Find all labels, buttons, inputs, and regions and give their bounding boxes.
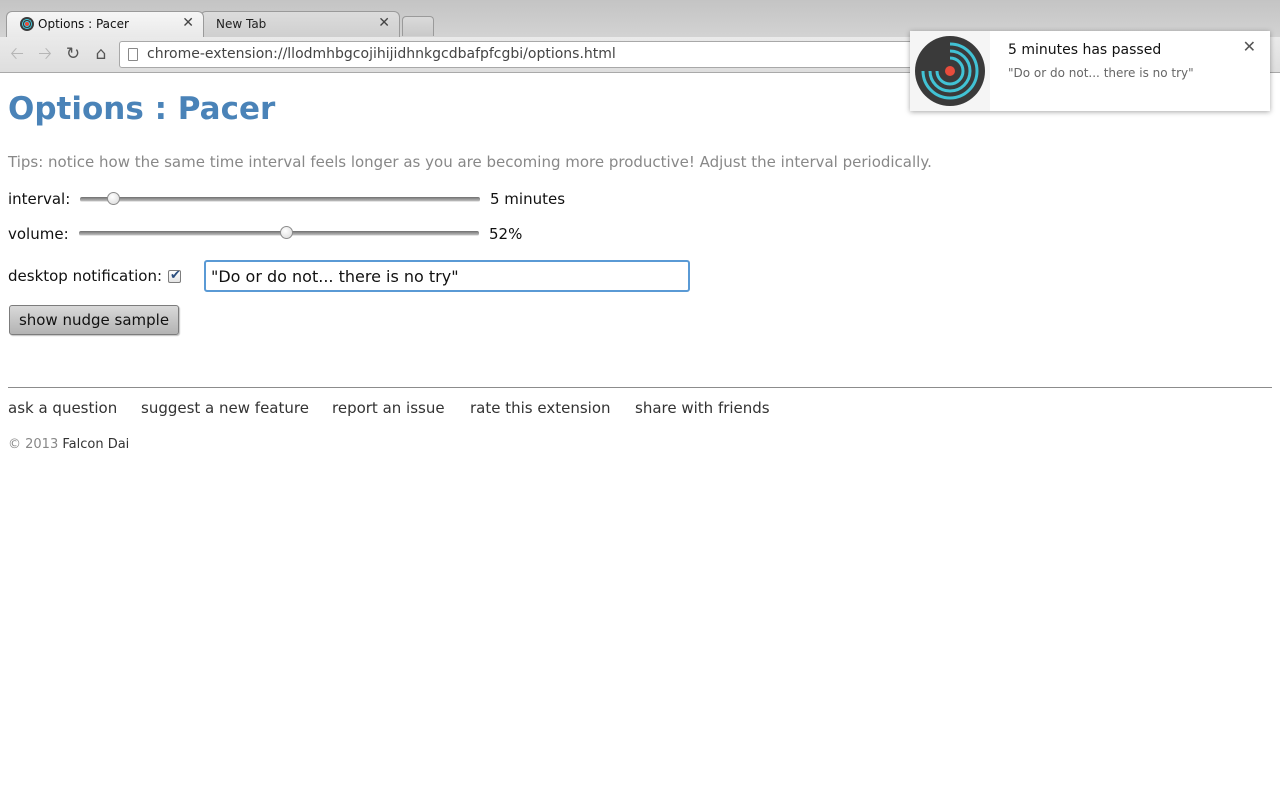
close-tab-icon[interactable]: ✕ [378, 15, 390, 31]
desktop-notification-checkbox[interactable]: ✔ [168, 268, 181, 283]
copyright-prefix: © 2013 [8, 437, 59, 452]
notification-body: "Do or do not... there is no try" [1008, 66, 1194, 80]
tips-text: Tips: notice how the same time interval … [8, 153, 932, 171]
footer-divider [8, 387, 1272, 388]
slider-thumb[interactable] [107, 192, 120, 205]
tab-new-tab[interactable]: New Tab ✕ [200, 11, 400, 37]
notification-message-input[interactable] [204, 260, 690, 292]
interval-slider[interactable] [80, 192, 480, 208]
notification-title: 5 minutes has passed [1008, 42, 1162, 58]
page-title: Options : Pacer [8, 91, 276, 127]
interval-value: 5 minutes [490, 190, 566, 208]
desktop-notification-popup[interactable]: 5 minutes has passed "Do or do not... th… [910, 31, 1270, 111]
volume-slider[interactable] [79, 226, 479, 242]
slider-thumb[interactable] [280, 226, 293, 239]
ask-question-link[interactable]: ask a question [8, 399, 117, 417]
pacer-favicon-icon [20, 17, 34, 31]
copyright: © 2013 Falcon Dai [8, 437, 129, 452]
volume-label: volume: [8, 225, 69, 243]
show-nudge-sample-button[interactable]: show nudge sample [9, 305, 179, 335]
pacer-logo-icon [915, 36, 985, 106]
desktop-notification-label: desktop notification: [8, 267, 163, 285]
close-tab-icon[interactable]: ✕ [182, 15, 194, 31]
author-name: Falcon Dai [62, 437, 130, 452]
url-text: chrome-extension://llodmhbgcojihijidhnkg… [147, 46, 616, 62]
rate-extension-link[interactable]: rate this extension [470, 399, 611, 417]
reload-icon[interactable]: ↻ [62, 43, 84, 65]
home-icon[interactable]: ⌂ [90, 43, 112, 65]
notification-icon-area [910, 31, 990, 111]
options-page: Options : Pacer Tips: notice how the sam… [0, 73, 1280, 800]
slider-track [79, 231, 479, 236]
forward-arrow-icon[interactable]: 🡢 [34, 43, 56, 65]
checkmark-icon: ✔ [170, 268, 181, 283]
share-friends-link[interactable]: share with friends [635, 399, 770, 417]
volume-value: 52% [489, 225, 523, 243]
suggest-feature-link[interactable]: suggest a new feature [141, 399, 309, 417]
page-icon [128, 48, 138, 61]
report-issue-link[interactable]: report an issue [332, 399, 445, 417]
interval-label: interval: [8, 190, 71, 208]
slider-track [80, 197, 480, 202]
close-notification-icon[interactable]: ✕ [1243, 37, 1256, 56]
tab-title: New Tab [216, 17, 267, 31]
tab-options-pacer[interactable]: Options : Pacer ✕ [6, 11, 204, 37]
tab-title: Options : Pacer [38, 17, 129, 31]
back-arrow-icon[interactable]: 🡠 [6, 43, 28, 65]
new-tab-button[interactable] [402, 16, 434, 36]
